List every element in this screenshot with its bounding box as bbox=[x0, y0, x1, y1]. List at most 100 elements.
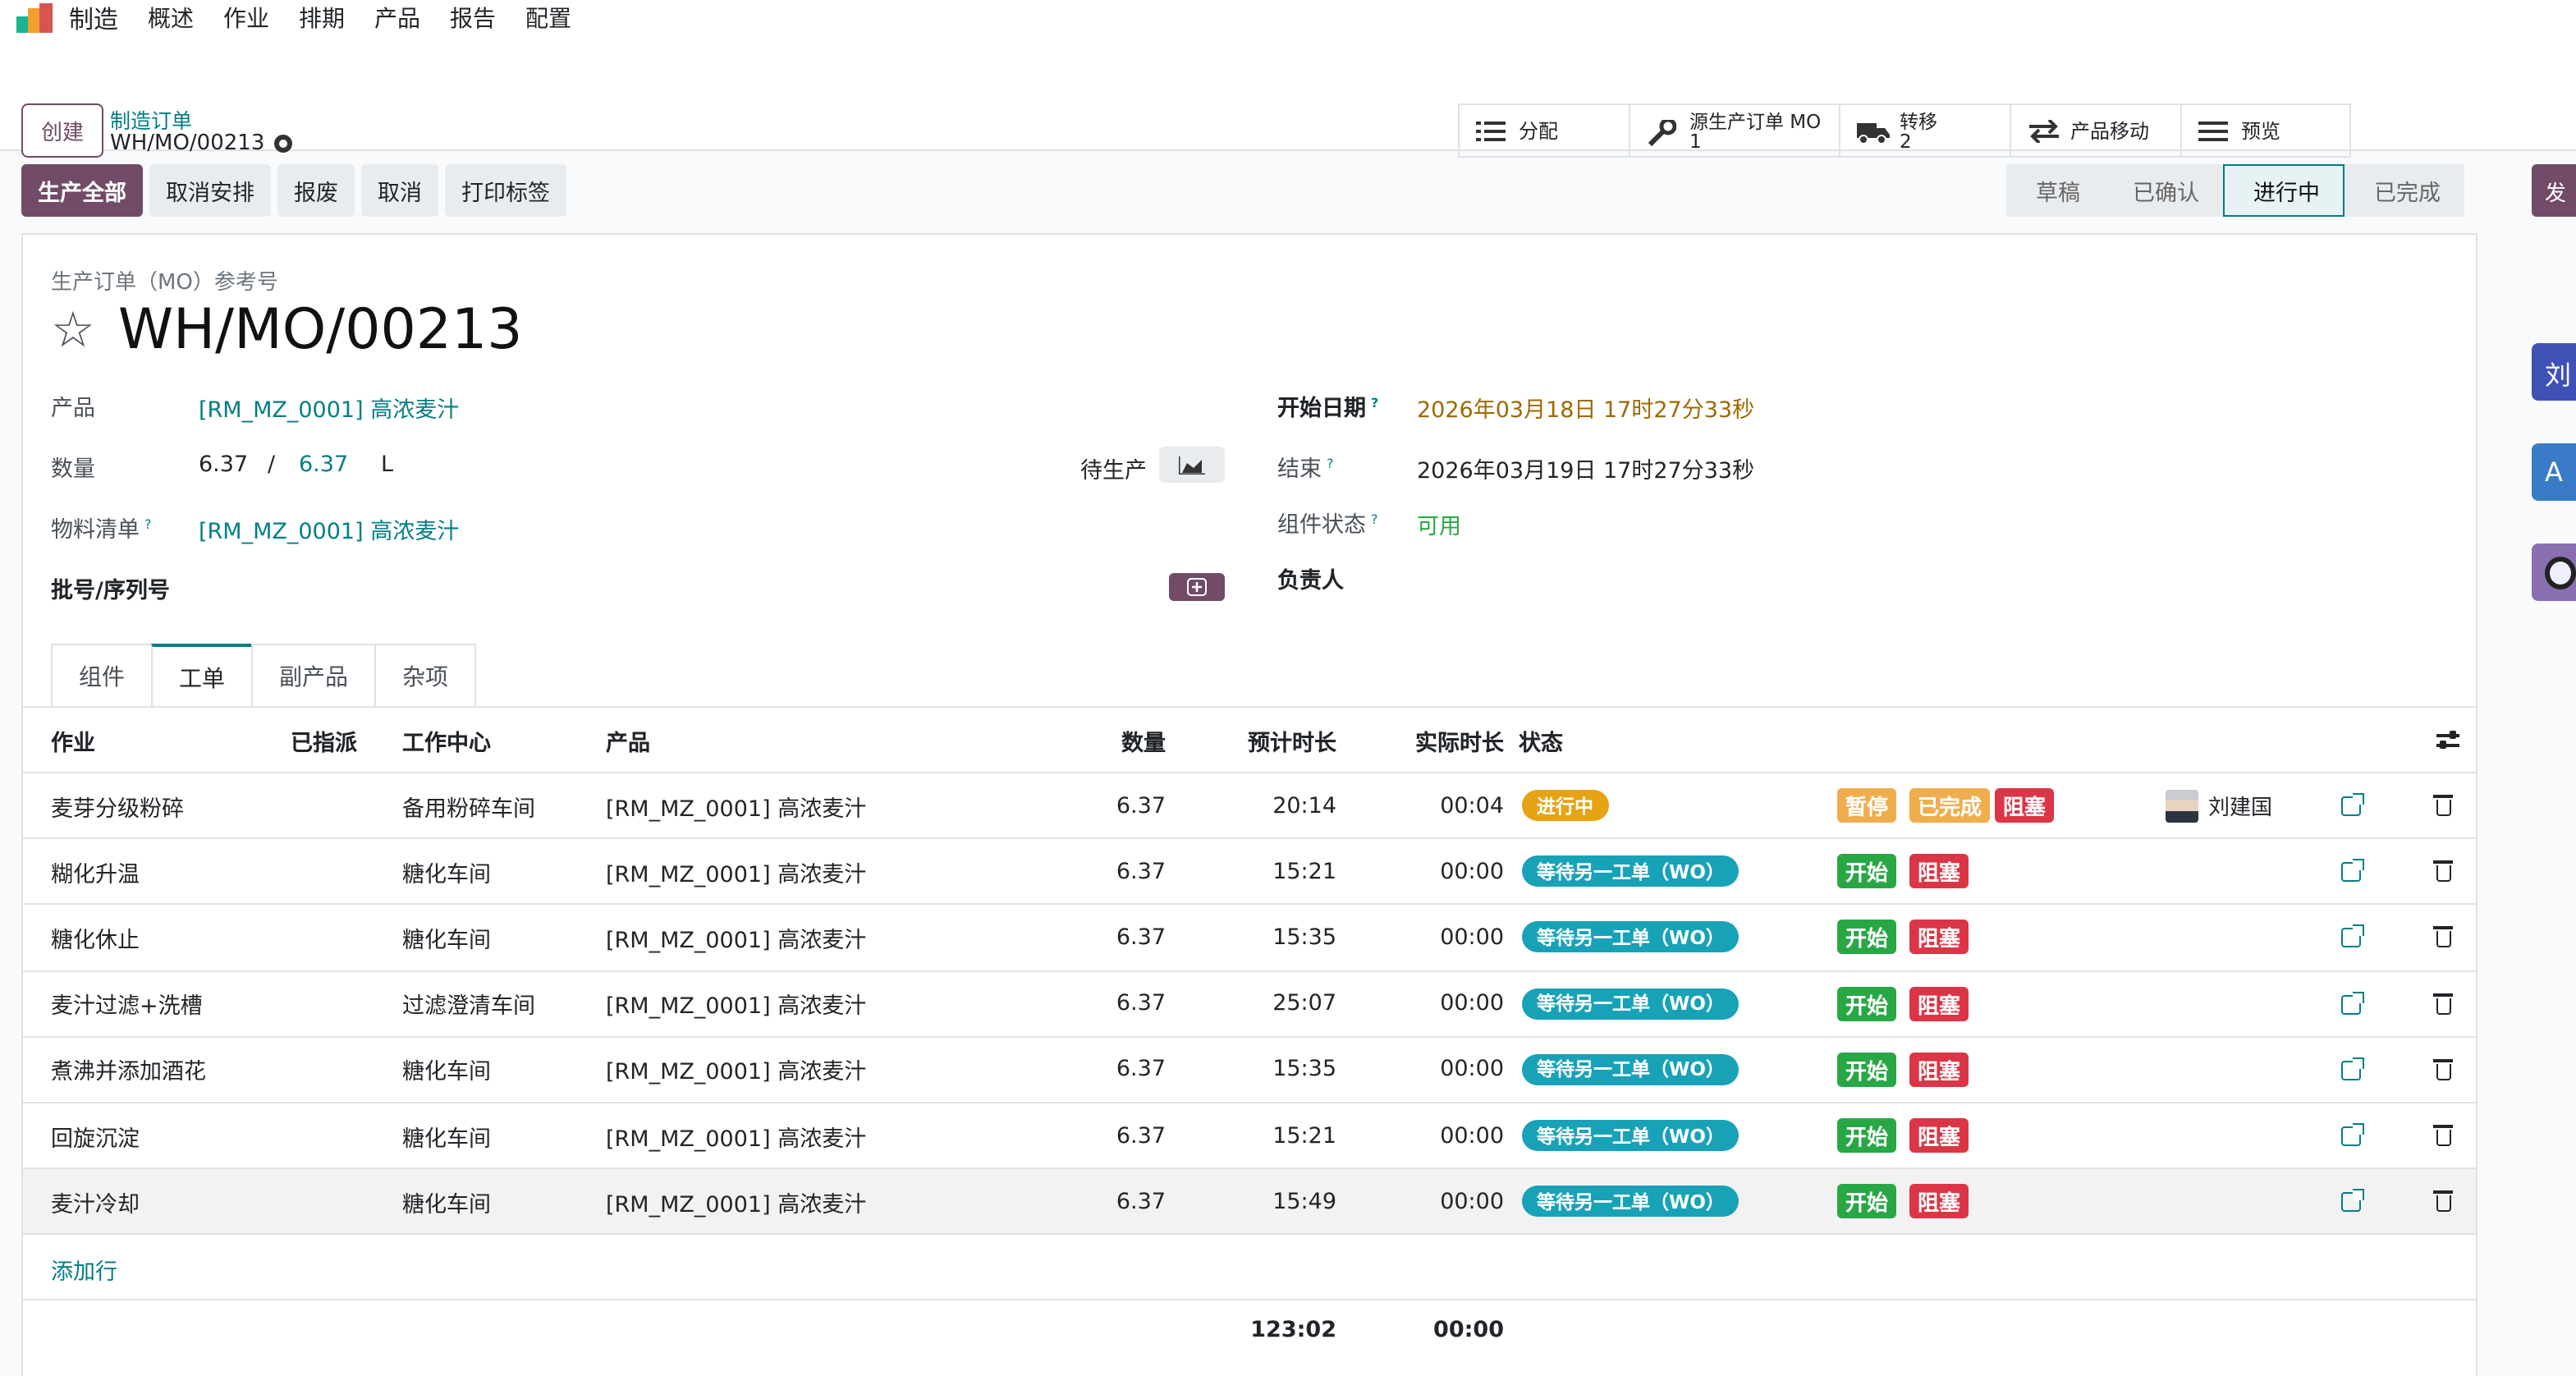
product-cell[interactable]: [RM_MZ_0001] 高浓麦汁 bbox=[606, 1053, 866, 1086]
block-button[interactable]: 阻塞 bbox=[1909, 1118, 1969, 1154]
col-workcenter[interactable]: 工作中心 bbox=[402, 723, 491, 756]
real-duration-cell[interactable]: 00:00 bbox=[1389, 1122, 1504, 1149]
operation-cell[interactable]: 回旋沉淀 bbox=[51, 1119, 140, 1152]
real-duration-cell[interactable]: 00:00 bbox=[1389, 990, 1504, 1016]
expected-duration-cell[interactable]: 25:07 bbox=[1222, 990, 1336, 1016]
quantity-cell[interactable]: 6.37 bbox=[1074, 1057, 1166, 1083]
external-link-icon[interactable] bbox=[2341, 859, 2364, 883]
real-duration-cell[interactable]: 00:00 bbox=[1389, 1188, 1504, 1214]
col-status[interactable]: 状态 bbox=[1519, 723, 1563, 756]
start-date-field[interactable]: 2026年03月18日 17时27分33秒 bbox=[1417, 391, 1754, 424]
real-duration-cell[interactable]: 00:00 bbox=[1389, 1057, 1504, 1083]
product-cell[interactable]: [RM_MZ_0001] 高浓麦汁 bbox=[606, 1185, 866, 1218]
qty-total[interactable]: 6.37 bbox=[299, 452, 348, 478]
stage-in-progress[interactable]: 进行中 bbox=[2222, 164, 2345, 217]
add-lot-button[interactable] bbox=[1169, 573, 1225, 601]
block-button[interactable]: 阻塞 bbox=[1909, 1052, 1969, 1087]
source-mo-button[interactable]: 源生产订单 MO 1 bbox=[1630, 105, 1840, 156]
external-link-icon[interactable] bbox=[2341, 991, 2364, 1015]
mark-done-button[interactable]: 已完成 bbox=[1909, 788, 1991, 823]
add-line-link[interactable]: 添加行 bbox=[51, 1253, 117, 1286]
operation-cell[interactable]: 麦芽分级粉碎 bbox=[51, 789, 184, 822]
table-row[interactable]: 麦芽分级粉碎 备用粉碎车间 [RM_MZ_0001] 高浓麦汁 6.37 20:14 00… bbox=[23, 773, 2476, 840]
help-icon[interactable]: ? bbox=[1371, 511, 1378, 526]
expected-duration-cell[interactable]: 20:14 bbox=[1222, 792, 1336, 819]
app-title[interactable]: 制造 bbox=[69, 1, 118, 35]
table-row[interactable]: 麦汁冷却 糖化车间 [RM_MZ_0001] 高浓麦汁 6.37 15:49 00:00 等… bbox=[23, 1169, 2476, 1236]
table-row[interactable]: 糖化休止 糖化车间 [RM_MZ_0001] 高浓麦汁 6.37 15:35 00:00 等… bbox=[23, 906, 2476, 972]
nav-item-operations[interactable]: 作业 bbox=[223, 2, 269, 34]
col-real-duration[interactable]: 实际时长 bbox=[1389, 723, 1504, 756]
start-button[interactable]: 开始 bbox=[1837, 1052, 1897, 1087]
start-button[interactable]: 开始 bbox=[1837, 1118, 1897, 1154]
column-settings-icon[interactable] bbox=[2436, 731, 2459, 750]
stage-confirmed[interactable]: 已确认 bbox=[2103, 164, 2222, 217]
follower-avatar[interactable]: 刘 bbox=[2532, 343, 2576, 401]
unplan-button[interactable]: 取消安排 bbox=[149, 164, 271, 217]
real-duration-cell[interactable]: 00:04 bbox=[1389, 792, 1504, 819]
expected-duration-cell[interactable]: 15:21 bbox=[1222, 1122, 1336, 1149]
product-moves-button[interactable]: 产品移动 bbox=[2011, 105, 2182, 156]
cancel-button[interactable]: 取消 bbox=[361, 164, 438, 217]
start-button[interactable]: 开始 bbox=[1837, 920, 1897, 955]
bom-field[interactable]: [RM_MZ_0001] 高浓麦汁 bbox=[199, 512, 459, 545]
real-duration-cell[interactable]: 00:00 bbox=[1389, 924, 1504, 951]
table-row[interactable]: 糊化升温 糖化车间 [RM_MZ_0001] 高浓麦汁 6.37 15:21 00:00 等… bbox=[23, 839, 2476, 906]
table-row[interactable]: 回旋沉淀 糖化车间 [RM_MZ_0001] 高浓麦汁 6.37 15:21 00:00 等… bbox=[23, 1103, 2476, 1170]
col-quantity[interactable]: 数量 bbox=[1074, 723, 1166, 756]
block-button[interactable]: 阻塞 bbox=[1909, 986, 1969, 1021]
block-button[interactable]: 阻塞 bbox=[1909, 920, 1969, 955]
qty-produced[interactable]: 6.37 bbox=[199, 452, 248, 478]
stage-draft[interactable]: 草稿 bbox=[2006, 164, 2103, 217]
tab-work-orders[interactable]: 工单 bbox=[151, 644, 253, 708]
forecast-chart-button[interactable] bbox=[1159, 447, 1225, 483]
col-operation[interactable]: 作业 bbox=[51, 723, 95, 756]
expected-duration-cell[interactable]: 15:49 bbox=[1222, 1188, 1336, 1214]
follower-avatar[interactable]: A bbox=[2532, 443, 2576, 501]
workcenter-cell[interactable]: 过滤澄清车间 bbox=[402, 987, 535, 1020]
nav-item-configuration[interactable]: 配置 bbox=[525, 2, 571, 34]
external-link-icon[interactable] bbox=[2341, 793, 2364, 816]
quantity-cell[interactable]: 6.37 bbox=[1074, 1122, 1166, 1149]
ai-assistant-avatar[interactable] bbox=[2532, 544, 2576, 601]
preview-button[interactable]: 预览 bbox=[2182, 105, 2349, 156]
expected-duration-cell[interactable]: 15:35 bbox=[1222, 924, 1336, 951]
nav-item-overview[interactable]: 概述 bbox=[148, 2, 194, 34]
workcenter-cell[interactable]: 糖化车间 bbox=[402, 1185, 491, 1218]
end-date-field[interactable]: 2026年03月19日 17时27分33秒 bbox=[1417, 452, 1754, 484]
create-button[interactable]: 创建 bbox=[21, 103, 103, 158]
start-button[interactable]: 开始 bbox=[1837, 854, 1897, 889]
stage-done[interactable]: 已完成 bbox=[2345, 164, 2464, 217]
nav-item-planning[interactable]: 排期 bbox=[299, 2, 345, 34]
help-icon[interactable]: ? bbox=[144, 516, 152, 531]
gear-icon[interactable] bbox=[274, 135, 293, 153]
external-link-icon[interactable] bbox=[2341, 1189, 2364, 1213]
send-message-button[interactable]: 发 bbox=[2532, 164, 2576, 217]
trash-icon[interactable] bbox=[2433, 926, 2453, 948]
external-link-icon[interactable] bbox=[2341, 924, 2364, 948]
breadcrumb[interactable]: 制造订单 bbox=[110, 103, 192, 135]
tab-misc[interactable]: 杂项 bbox=[374, 644, 476, 708]
external-link-icon[interactable] bbox=[2341, 1122, 2364, 1146]
product-cell[interactable]: [RM_MZ_0001] 高浓麦汁 bbox=[606, 1119, 866, 1152]
workcenter-cell[interactable]: 备用粉碎车间 bbox=[402, 789, 535, 822]
product-cell[interactable]: [RM_MZ_0001] 高浓麦汁 bbox=[606, 921, 866, 954]
col-assigned[interactable]: 已指派 bbox=[291, 723, 357, 756]
star-icon[interactable]: ☆ bbox=[51, 301, 95, 359]
quantity-cell[interactable]: 6.37 bbox=[1074, 924, 1166, 951]
trash-icon[interactable] bbox=[2433, 1190, 2453, 1213]
nav-item-products[interactable]: 产品 bbox=[374, 2, 420, 34]
quantity-cell[interactable]: 6.37 bbox=[1074, 1188, 1166, 1214]
operation-cell[interactable]: 糊化升温 bbox=[51, 855, 140, 888]
tab-components[interactable]: 组件 bbox=[51, 644, 153, 708]
block-button[interactable]: 阻塞 bbox=[1995, 788, 2055, 823]
pause-button[interactable]: 暂停 bbox=[1837, 788, 1897, 823]
start-button[interactable]: 开始 bbox=[1837, 986, 1897, 1021]
product-cell[interactable]: [RM_MZ_0001] 高浓麦汁 bbox=[606, 987, 866, 1020]
help-icon[interactable]: ? bbox=[1371, 395, 1378, 410]
real-duration-cell[interactable]: 00:00 bbox=[1389, 859, 1504, 885]
manufacturing-app-icon[interactable] bbox=[16, 3, 59, 33]
assigned-user[interactable]: 刘建国 bbox=[2166, 789, 2272, 823]
operation-cell[interactable]: 麦汁冷却 bbox=[51, 1185, 140, 1218]
transfers-button[interactable]: 转移 2 bbox=[1840, 105, 2011, 156]
